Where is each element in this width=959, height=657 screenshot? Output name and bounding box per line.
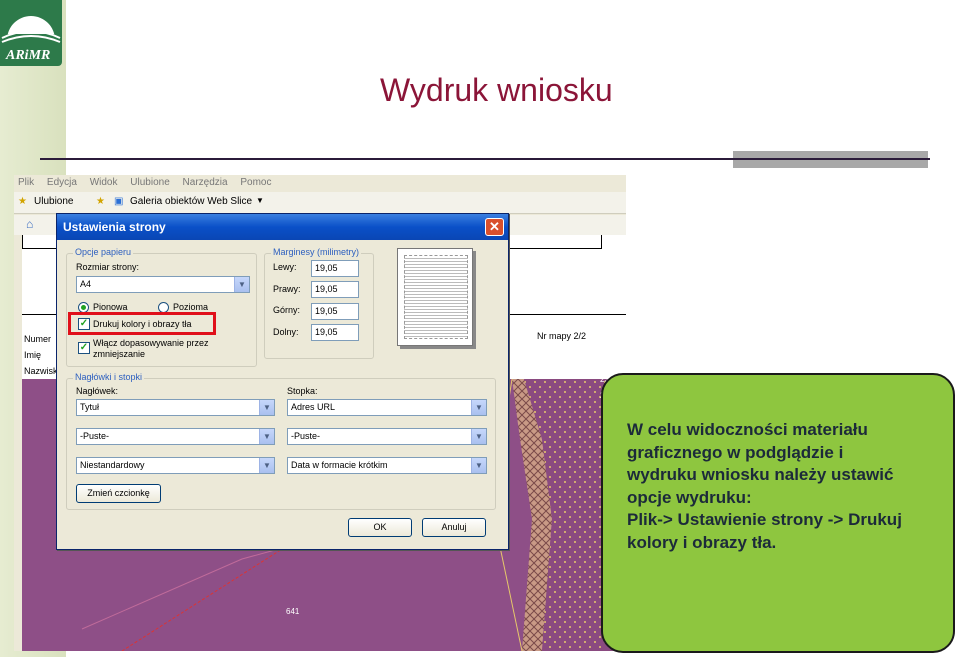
headers-footers-legend: Nagłówki i stopki	[73, 372, 145, 382]
shrink-to-fit-checkbox[interactable]: ✓	[78, 342, 90, 354]
close-icon[interactable]: ✕	[485, 218, 504, 236]
shrink-label-line1: Włącz dopasowywanie przez	[93, 338, 209, 348]
header-value-2: -Puste-	[80, 431, 110, 441]
arimr-logo: ARiMR	[0, 0, 62, 66]
highlight-box	[68, 312, 216, 335]
footer-select-3[interactable]: Data w formacie krótkim ▼	[287, 457, 487, 474]
margin-bottom-label: Dolny:	[273, 327, 299, 337]
slide-title: Wydruk wniosku	[380, 72, 613, 108]
footer-select-1[interactable]: Adres URL ▼	[287, 399, 487, 416]
note-line: opcje wydruku:	[627, 487, 752, 507]
parcel-label: 641	[286, 607, 300, 616]
margin-right-input[interactable]: 19,05	[311, 281, 359, 298]
menu-tools[interactable]: Narzędzia	[183, 177, 228, 188]
cancel-button[interactable]: Anuluj	[422, 518, 486, 537]
footer-label: Stopka:	[287, 386, 318, 396]
footer-value-3: Data w formacie krótkim	[291, 460, 388, 470]
chevron-down-icon[interactable]: ▼	[256, 196, 264, 205]
chevron-down-icon[interactable]: ▼	[259, 458, 274, 473]
form-labels: Numer Imię Nazwisk	[24, 331, 58, 379]
label-name: Imię	[24, 350, 42, 360]
dialog-title: Ustawienia strony	[57, 214, 508, 240]
note-line: W celu widoczności materiału	[627, 420, 868, 439]
note-line: kolory i obrazy tła.	[627, 532, 777, 552]
header-label: Nagłówek:	[76, 386, 119, 396]
favorites-button[interactable]: Ulubione	[34, 196, 73, 207]
margin-top-label: Górny:	[273, 305, 301, 315]
chevron-down-icon[interactable]: ▼	[234, 277, 249, 292]
map-number: Nr mapy 2/2	[537, 331, 587, 341]
logo-text: ARiMR	[6, 48, 51, 63]
paper-options-legend: Opcje papieru	[73, 247, 134, 257]
chevron-down-icon[interactable]: ▼	[259, 400, 274, 415]
label-number: Numer	[24, 334, 52, 344]
chevron-down-icon[interactable]: ▼	[471, 400, 486, 415]
margins-legend: Marginesy (milimetry)	[271, 247, 362, 257]
header-select-2[interactable]: -Puste- ▼	[76, 428, 275, 445]
instruction-note: W celu widoczności materiału graficznego…	[601, 373, 955, 653]
web-slice-gallery[interactable]: Galeria obiektów Web Slice	[130, 196, 252, 207]
menu-bar: Plik Edycja Widok Ulubione Narzędzia Pom…	[14, 175, 626, 191]
portrait-label: Pionowa	[93, 302, 128, 312]
note-line: wydruku wniosku należy ustawić	[627, 465, 894, 484]
page-size-select[interactable]: A4 ▼	[76, 276, 250, 293]
footer-select-2[interactable]: -Puste- ▼	[287, 428, 487, 445]
footer-value-1: Adres URL	[291, 402, 336, 412]
menu-favorites[interactable]: Ulubione	[130, 177, 169, 188]
change-font-button[interactable]: Zmień czcionkę	[76, 484, 161, 503]
home-icon[interactable]: ⌂	[26, 217, 33, 231]
menu-edit[interactable]: Edycja	[47, 177, 77, 188]
page-size-value: A4	[80, 279, 92, 289]
star-icon: ★	[18, 196, 27, 207]
header-select-3[interactable]: Niestandardowy ▼	[76, 457, 275, 474]
header-select-1[interactable]: Tytuł ▼	[76, 399, 275, 416]
shrink-label-line2: zmniejszanie	[93, 349, 146, 359]
parcel-label: 239	[526, 371, 540, 380]
page-size-label: Rozmiar strony:	[76, 262, 140, 272]
title-rule	[40, 158, 930, 160]
menu-view[interactable]: Widok	[90, 177, 118, 188]
web-slice-icon: ▣	[114, 196, 124, 207]
chevron-down-icon[interactable]: ▼	[259, 429, 274, 444]
menu-help[interactable]: Pomoc	[240, 177, 271, 188]
note-line: graficznego w podglądzie i	[627, 442, 844, 462]
margin-right-label: Prawy:	[273, 284, 301, 294]
chevron-down-icon[interactable]: ▼	[471, 458, 486, 473]
ok-button[interactable]: OK	[348, 518, 412, 537]
add-favorite-icon[interactable]: ★	[96, 196, 105, 207]
footer-value-2: -Puste-	[291, 431, 321, 441]
header-value-3: Niestandardowy	[80, 460, 145, 470]
margin-top-input[interactable]: 19,05	[311, 303, 359, 320]
chevron-down-icon[interactable]: ▼	[471, 429, 486, 444]
margin-left-label: Lewy:	[273, 262, 297, 272]
label-surname: Nazwisk	[24, 366, 58, 376]
favorites-bar: ★ Ulubione ★ ▣ Galeria obiektów Web Slic…	[14, 192, 626, 214]
margin-left-input[interactable]: 19,05	[311, 260, 359, 277]
note-line: Plik-> Ustawienie strony -> Drukuj	[627, 510, 902, 529]
landscape-label: Pozioma	[173, 302, 209, 312]
page-preview-content	[404, 255, 468, 339]
margin-bottom-input[interactable]: 19,05	[311, 324, 359, 341]
page-preview	[397, 248, 473, 346]
header-value-1: Tytuł	[80, 402, 100, 412]
menu-file[interactable]: Plik	[18, 177, 34, 188]
